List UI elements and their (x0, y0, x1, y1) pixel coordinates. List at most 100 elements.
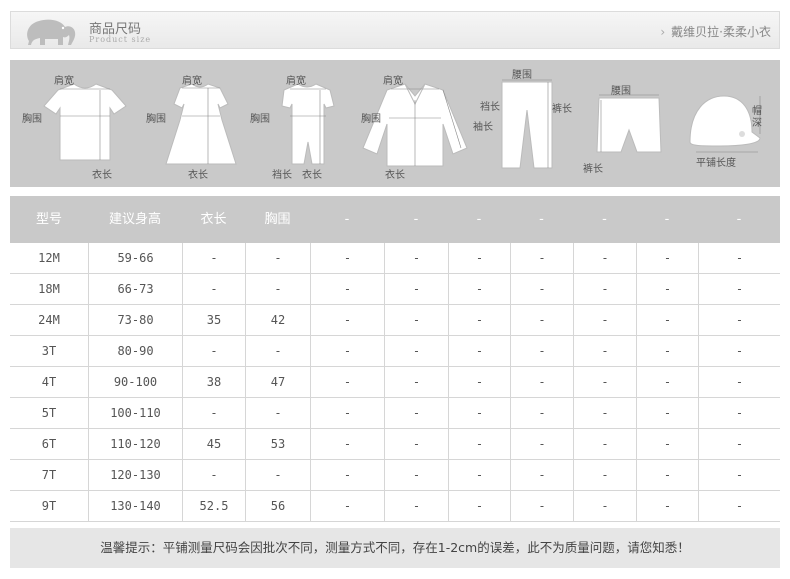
shoulder-label: 肩宽 (182, 76, 202, 87)
length-label: 衣长 (188, 170, 208, 181)
table-cell: 80-90 (88, 336, 182, 366)
table-cell: - (448, 305, 510, 335)
table-cell: - (384, 243, 448, 273)
table-cell: 56 (245, 491, 310, 521)
table-row: 24M 73-80 35 42- - - - - - - (10, 305, 780, 336)
table-cell: - (310, 243, 384, 273)
length-label: 衣长 (385, 170, 405, 181)
table-cell: - (448, 367, 510, 397)
table-cell: - (510, 429, 573, 459)
table-cell: - (310, 429, 384, 459)
table-cell: - (384, 336, 448, 366)
table-cell: 4T (41, 375, 57, 389)
table-cell: 53 (245, 429, 310, 459)
brand-link[interactable]: › 戴维贝拉·柔柔小衣 (660, 23, 771, 40)
column-header: 型号 (35, 212, 62, 227)
page-subtitle: Product size (89, 35, 152, 44)
table-cell: 3T (41, 344, 57, 358)
table-row: 12M 59-66- - - - - - - - - (10, 243, 780, 274)
table-row: 9T 130-140 52.5 56- - - - - - - (10, 491, 780, 522)
column-header: - (602, 212, 607, 227)
table-row: 4T 90-100 38 47- - - - - - - (10, 367, 780, 398)
chest-label: 胸围 (361, 114, 381, 125)
table-cell: - (384, 398, 448, 428)
table-cell: 24M (38, 313, 60, 327)
length-label: 衣长 (302, 170, 322, 181)
table-cell: - (448, 336, 510, 366)
table-cell: - (510, 274, 573, 304)
shoulder-label: 肩宽 (286, 76, 306, 87)
column-header: - (736, 212, 742, 227)
table-cell: 7T (41, 468, 57, 482)
chest-label: 胸围 (146, 114, 166, 125)
table-cell: - (310, 491, 384, 521)
dress-figure: 肩宽 胸围 衣长 (146, 60, 250, 187)
table-row: 7T 120-130- - - - - - - - - (10, 460, 780, 491)
table-cell: - (448, 398, 510, 428)
column-header: - (413, 212, 419, 227)
table-cell: - (636, 336, 698, 366)
table-cell: - (636, 305, 698, 335)
column-header: 衣长 (200, 212, 227, 227)
table-cell: - (510, 243, 573, 273)
table-cell: - (510, 460, 573, 490)
table-cell: 6T (41, 437, 57, 451)
table-cell: - (510, 398, 573, 428)
table-cell: - (698, 305, 780, 335)
table-cell: 52.5 (182, 491, 245, 521)
table-cell: 66-73 (88, 274, 182, 304)
table-cell: - (573, 460, 636, 490)
size-table: 型号 建议身高 衣长 胸围 - - - - - - - 12M 59-66- - - - - - - - -18M 66… (10, 196, 780, 524)
table-cell: 35 (182, 305, 245, 335)
table-cell: - (384, 274, 448, 304)
table-row: 3T 80-90- - - - - - - - - (10, 336, 780, 367)
chest-label: 胸围 (250, 114, 270, 125)
table-cell: - (448, 274, 510, 304)
table-cell: 12M (38, 251, 60, 265)
shoulder-label: 肩宽 (383, 76, 403, 87)
table-cell: - (636, 491, 698, 521)
table-cell: - (636, 367, 698, 397)
table-cell: 73-80 (88, 305, 182, 335)
pants-length-label: 裤长 (583, 164, 603, 175)
table-cell: - (182, 398, 245, 428)
table-cell: 59-66 (88, 243, 182, 273)
table-cell: 90-100 (88, 367, 182, 397)
table-cell: - (698, 398, 780, 428)
table-cell: - (384, 429, 448, 459)
table-cell: - (510, 367, 573, 397)
pants-length-label: 裤长 (552, 104, 572, 115)
crotch-label: 裆长 (480, 102, 500, 113)
table-cell: - (448, 243, 510, 273)
measurement-illustrations: 肩宽 胸围 衣长 肩宽 胸围 衣长 肩宽 胸围 裆长 衣长 肩宽 胸围 袖长 衣… (10, 60, 780, 187)
table-cell: - (698, 243, 780, 273)
table-cell: - (384, 491, 448, 521)
table-cell: - (573, 305, 636, 335)
table-cell: 38 (182, 367, 245, 397)
table-cell: - (245, 398, 310, 428)
table-cell: - (245, 336, 310, 366)
waist-label: 腰围 (512, 70, 532, 81)
table-cell: 42 (245, 305, 310, 335)
column-header: - (476, 212, 482, 227)
table-cell: - (636, 398, 698, 428)
crotch-label: 裆长 (272, 170, 292, 181)
chest-label: 胸围 (22, 114, 42, 125)
table-cell: - (573, 243, 636, 273)
table-cell: - (510, 336, 573, 366)
table-cell: - (310, 398, 384, 428)
table-cell: 45 (182, 429, 245, 459)
table-cell: - (182, 336, 245, 366)
table-cell: 100-110 (88, 398, 182, 428)
chevron-right-icon: › (660, 25, 666, 39)
table-cell: 110-120 (88, 429, 182, 459)
tshirt-figure: 肩宽 胸围 衣长 (22, 60, 140, 187)
table-header: 型号 建议身高 衣长 胸围 - - - - - - - (10, 196, 780, 243)
table-cell: - (384, 305, 448, 335)
tshirt-icon (43, 83, 127, 161)
table-cell: - (245, 274, 310, 304)
table-cell: - (698, 274, 780, 304)
coat-figure: 肩宽 胸围 袖长 衣长 (355, 60, 493, 187)
table-cell: - (310, 367, 384, 397)
column-header: - (664, 212, 670, 227)
